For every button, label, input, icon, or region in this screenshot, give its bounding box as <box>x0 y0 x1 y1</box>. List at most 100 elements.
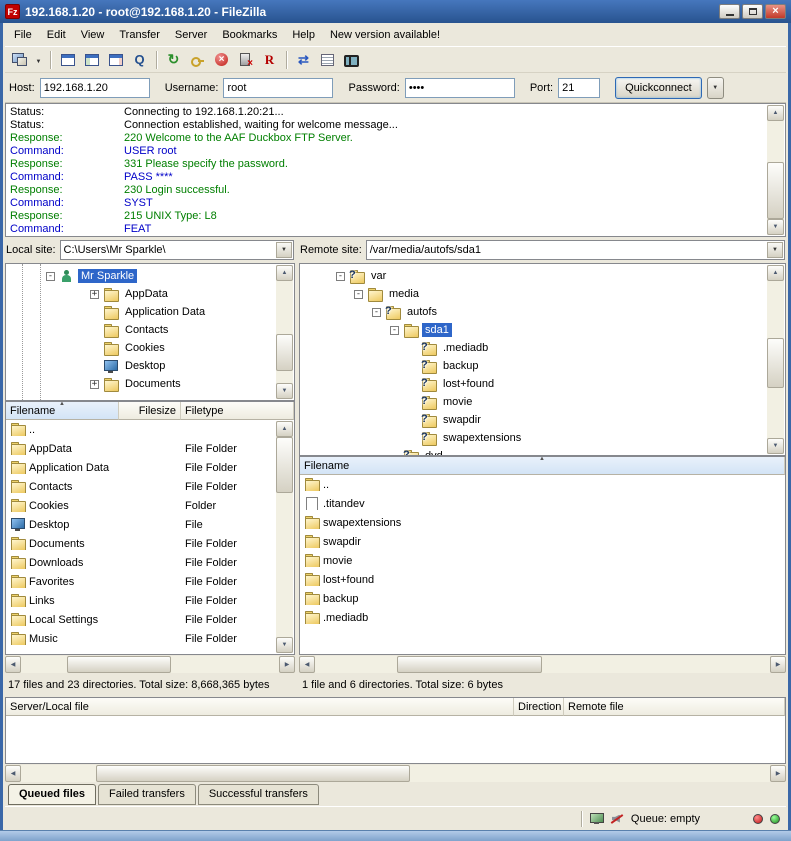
menu-edit[interactable]: Edit <box>40 25 73 45</box>
local-directory-tree[interactable]: Mr Sparkle AppData Application Data <box>5 263 295 401</box>
scroll-thumb[interactable] <box>767 162 784 219</box>
menu-transfer[interactable]: Transfer <box>112 25 167 45</box>
tree-item-media[interactable]: media <box>300 285 785 303</box>
toggle-message-log-button[interactable] <box>56 49 79 71</box>
scroll-track[interactable] <box>21 656 279 673</box>
scroll-right-button[interactable] <box>770 656 786 673</box>
file-row[interactable]: .. <box>300 475 785 494</box>
local-file-list[interactable]: .. AppDataFile Folder Application DataFi… <box>5 420 295 655</box>
synchronized-browsing-button[interactable] <box>292 49 315 71</box>
file-row[interactable]: Local SettingsFile Folder <box>6 610 294 629</box>
column-header-filename[interactable]: Filename <box>300 457 785 475</box>
tab-queued-files[interactable]: Queued files <box>8 784 96 805</box>
host-input[interactable] <box>40 78 150 98</box>
menu-file[interactable]: File <box>7 25 39 45</box>
menu-bookmarks[interactable]: Bookmarks <box>215 25 284 45</box>
scroll-down-button[interactable] <box>276 383 293 399</box>
quickconnect-dropdown-button[interactable] <box>707 77 724 99</box>
scroll-down-button[interactable] <box>276 637 293 653</box>
username-input[interactable] <box>223 78 333 98</box>
file-row[interactable]: ContactsFile Folder <box>6 477 294 496</box>
scroll-down-button[interactable] <box>767 219 784 235</box>
site-manager-button[interactable] <box>8 49 31 71</box>
tab-failed-transfers[interactable]: Failed transfers <box>98 784 196 805</box>
tree-item-autofs[interactable]: autofs <box>300 303 785 321</box>
scroll-left-button[interactable] <box>5 765 21 782</box>
menu-view[interactable]: View <box>74 25 112 45</box>
menu-help[interactable]: Help <box>285 25 322 45</box>
scroll-thumb[interactable] <box>276 437 293 493</box>
collapse-icon[interactable] <box>46 272 55 281</box>
monitor-icon[interactable] <box>590 813 604 824</box>
scroll-left-button[interactable] <box>5 656 21 673</box>
file-row[interactable]: lost+found <box>300 570 785 589</box>
directory-comparison-button[interactable] <box>316 49 339 71</box>
tab-successful-transfers[interactable]: Successful transfers <box>198 784 319 805</box>
tree-item-backup[interactable]: backup <box>300 357 785 375</box>
file-row[interactable]: AppDataFile Folder <box>6 439 294 458</box>
column-header-filetype[interactable]: Filetype <box>181 402 294 420</box>
remote-list-hscrollbar[interactable] <box>299 656 786 673</box>
chevron-down-icon[interactable] <box>767 242 783 258</box>
scroll-thumb[interactable] <box>276 334 293 371</box>
scroll-thumb[interactable] <box>397 656 543 673</box>
scroll-track[interactable] <box>315 656 770 673</box>
file-row[interactable]: .. <box>6 420 294 439</box>
tree-item-mr-sparkle[interactable]: Mr Sparkle <box>6 267 294 285</box>
scroll-up-button[interactable] <box>276 421 293 437</box>
scroll-track[interactable] <box>21 765 770 782</box>
scroll-up-button[interactable] <box>767 265 784 281</box>
file-row[interactable]: movie <box>300 551 785 570</box>
queue-list[interactable] <box>5 716 786 764</box>
tree-item-swapdir[interactable]: swapdir <box>300 411 785 429</box>
tree-item-contacts[interactable]: Contacts <box>6 321 294 339</box>
scroll-thumb[interactable] <box>767 338 784 388</box>
file-row[interactable]: LinksFile Folder <box>6 591 294 610</box>
tree-item-appdata[interactable]: AppData <box>6 285 294 303</box>
scroll-down-button[interactable] <box>767 438 784 454</box>
find-button[interactable] <box>340 49 363 71</box>
minimize-button[interactable] <box>719 4 740 19</box>
column-header-filename[interactable]: Filename <box>6 402 119 420</box>
file-row[interactable]: .mediadb <box>300 608 785 627</box>
column-header-direction[interactable]: Direction <box>514 698 564 716</box>
queue-hscrollbar[interactable] <box>5 765 786 782</box>
file-row[interactable]: MusicFile Folder <box>6 629 294 648</box>
refresh-button[interactable] <box>162 49 185 71</box>
collapse-icon[interactable] <box>372 308 381 317</box>
remote-file-list[interactable]: .. .titandev swapextensions swapdir movi… <box>299 475 786 655</box>
disconnect-button[interactable] <box>234 49 257 71</box>
close-button[interactable] <box>765 4 786 19</box>
chevron-down-icon[interactable] <box>276 242 292 258</box>
site-manager-dropdown-button[interactable] <box>32 49 45 71</box>
cancel-button[interactable] <box>210 49 233 71</box>
tree-item-desktop[interactable]: Desktop <box>6 357 294 375</box>
remote-site-combo[interactable]: /var/media/autofs/sda1 <box>366 240 785 260</box>
toggle-remote-tree-button[interactable] <box>104 49 127 71</box>
collapse-icon[interactable] <box>354 290 363 299</box>
tree-item-swapextensions[interactable]: swapextensions <box>300 429 785 447</box>
file-row[interactable]: swapextensions <box>300 513 785 532</box>
scroll-up-button[interactable] <box>767 105 784 121</box>
scroll-right-button[interactable] <box>279 656 295 673</box>
tree-item-movie[interactable]: movie <box>300 393 785 411</box>
scroll-track[interactable] <box>767 121 784 219</box>
column-header-remote-file[interactable]: Remote file <box>564 698 785 716</box>
scroll-thumb[interactable] <box>67 656 170 673</box>
tree-item-mediadb[interactable]: .mediadb <box>300 339 785 357</box>
file-row[interactable]: DesktopFile <box>6 515 294 534</box>
expand-icon[interactable] <box>90 290 99 299</box>
tree-item-application-data[interactable]: Application Data <box>6 303 294 321</box>
menu-new-version[interactable]: New version available! <box>323 25 447 45</box>
muted-speaker-icon[interactable] <box>611 813 624 825</box>
remote-tree-scrollbar[interactable] <box>767 265 784 454</box>
column-header-server-local-file[interactable]: Server/Local file <box>6 698 514 716</box>
scroll-track[interactable] <box>276 281 293 383</box>
column-header-filesize[interactable]: Filesize <box>119 402 181 420</box>
local-site-combo[interactable]: C:\Users\Mr Sparkle\ <box>60 240 294 260</box>
toggle-local-tree-button[interactable] <box>80 49 103 71</box>
message-log[interactable]: Status:Connecting to 192.168.1.20:21... … <box>5 103 786 237</box>
scroll-up-button[interactable] <box>276 265 293 281</box>
scroll-right-button[interactable] <box>770 765 786 782</box>
file-row[interactable]: swapdir <box>300 532 785 551</box>
